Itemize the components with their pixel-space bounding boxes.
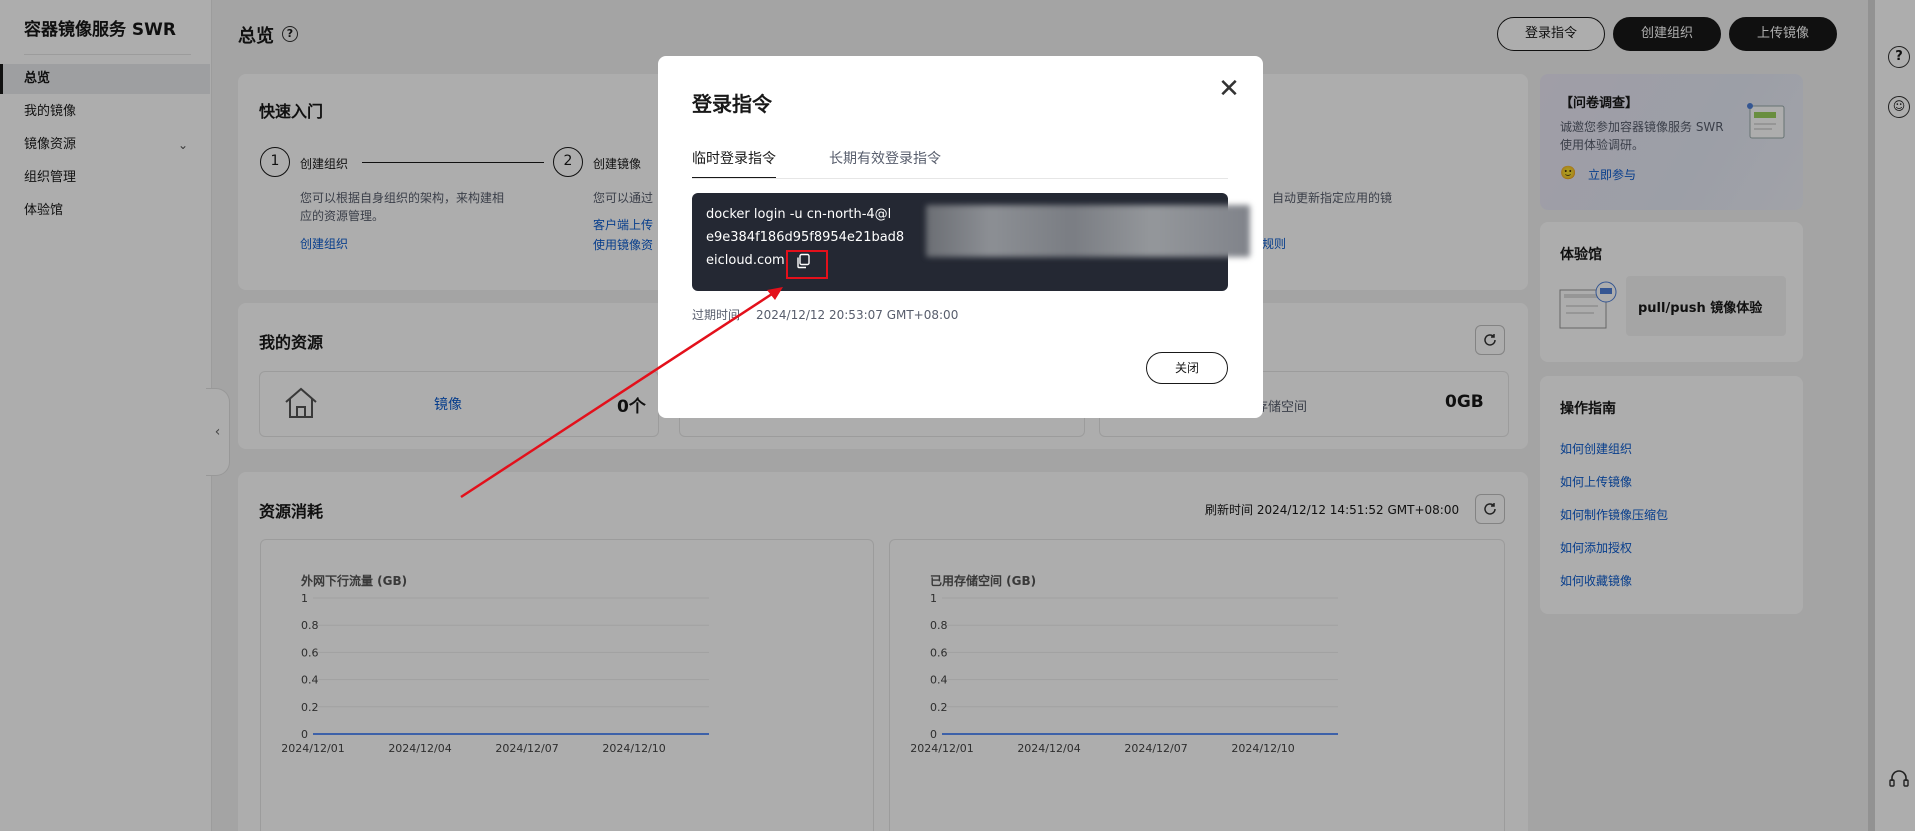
expire-time: 过期时间 2024/12/12 20:53:07 GMT+08:00 [692,308,959,322]
tab-long-term-login[interactable]: 长期有效登录指令 [829,148,941,168]
close-button[interactable]: 关闭 [1146,352,1228,384]
tab-temp-login[interactable]: 临时登录指令 [692,148,776,179]
annotation-highlight-box [786,250,828,279]
dialog-title: 登录指令 [692,92,772,116]
tab-divider [692,178,1228,179]
login-command-code: docker login -u cn-north-4@l e9e384f186d… [692,193,1250,291]
close-icon[interactable]: ✕ [1214,74,1244,104]
login-command-dialog: 登录指令 ✕ 临时登录指令 长期有效登录指令 docker login -u c… [658,56,1263,418]
redacted-token [926,205,1250,257]
